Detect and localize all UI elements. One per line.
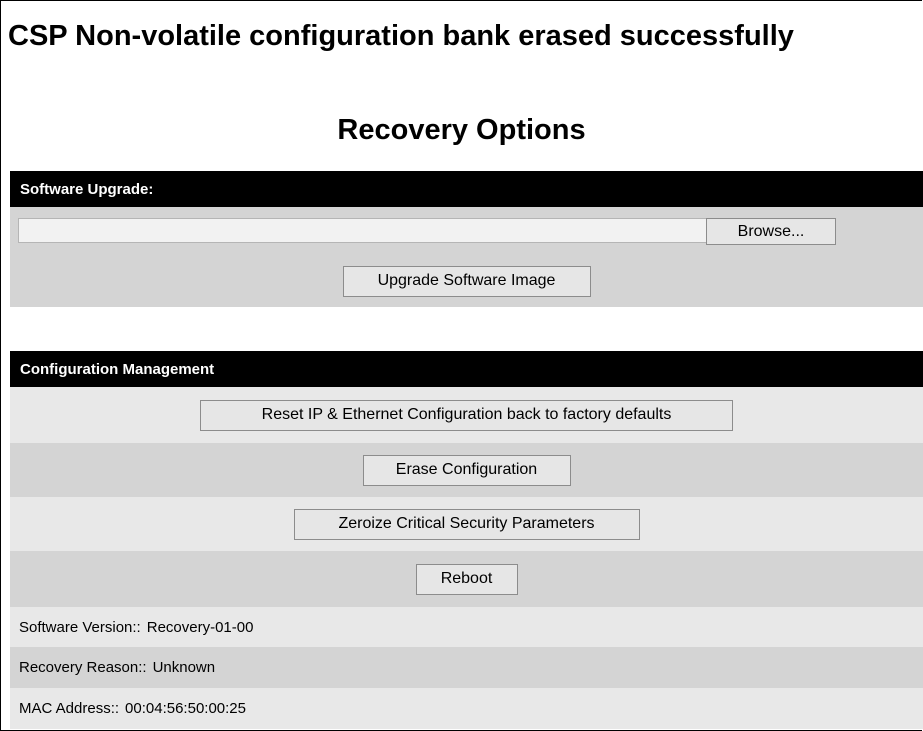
mac-address-label: MAC Address:: — [19, 700, 120, 717]
reboot-row: Reboot — [10, 551, 923, 607]
software-version-row: Software Version:: Recovery-01-00 — [10, 607, 923, 647]
upgrade-row: Upgrade Software Image — [10, 255, 923, 307]
zeroize-row: Zeroize Critical Security Parameters — [10, 497, 923, 551]
recovery-reason-row: Recovery Reason:: Unknown — [10, 647, 923, 688]
status-message: CSP Non-volatile configuration bank eras… — [8, 20, 794, 52]
configuration-management-header: Configuration Management — [10, 351, 923, 387]
file-path-input[interactable] — [18, 218, 708, 243]
page-title: Recovery Options — [337, 114, 586, 146]
software-upgrade-header: Software Upgrade: — [10, 171, 923, 207]
recovery-reason-value: Unknown — [152, 659, 216, 676]
erase-configuration-button[interactable]: Erase Configuration — [362, 454, 571, 486]
software-version-value: Recovery-01-00 — [146, 618, 254, 636]
recovery-reason-label: Recovery Reason:: — [19, 659, 147, 676]
erase-row: Erase Configuration — [10, 443, 923, 497]
reset-row: Reset IP & Ethernet Configuration back t… — [10, 387, 923, 443]
reset-factory-defaults-button[interactable]: Reset IP & Ethernet Configuration back t… — [200, 399, 733, 431]
browse-button[interactable]: Browse... — [706, 218, 836, 245]
mac-address-row: MAC Address:: 00:04:56:50:00:25 — [10, 688, 923, 729]
upgrade-software-image-button[interactable]: Upgrade Software Image — [342, 265, 591, 297]
software-version-label: Software Version:: — [19, 618, 141, 636]
mac-address-value: 00:04:56:50:00:25 — [125, 700, 246, 717]
zeroize-csp-button[interactable]: Zeroize Critical Security Parameters — [293, 508, 640, 540]
reboot-button[interactable]: Reboot — [415, 563, 518, 595]
